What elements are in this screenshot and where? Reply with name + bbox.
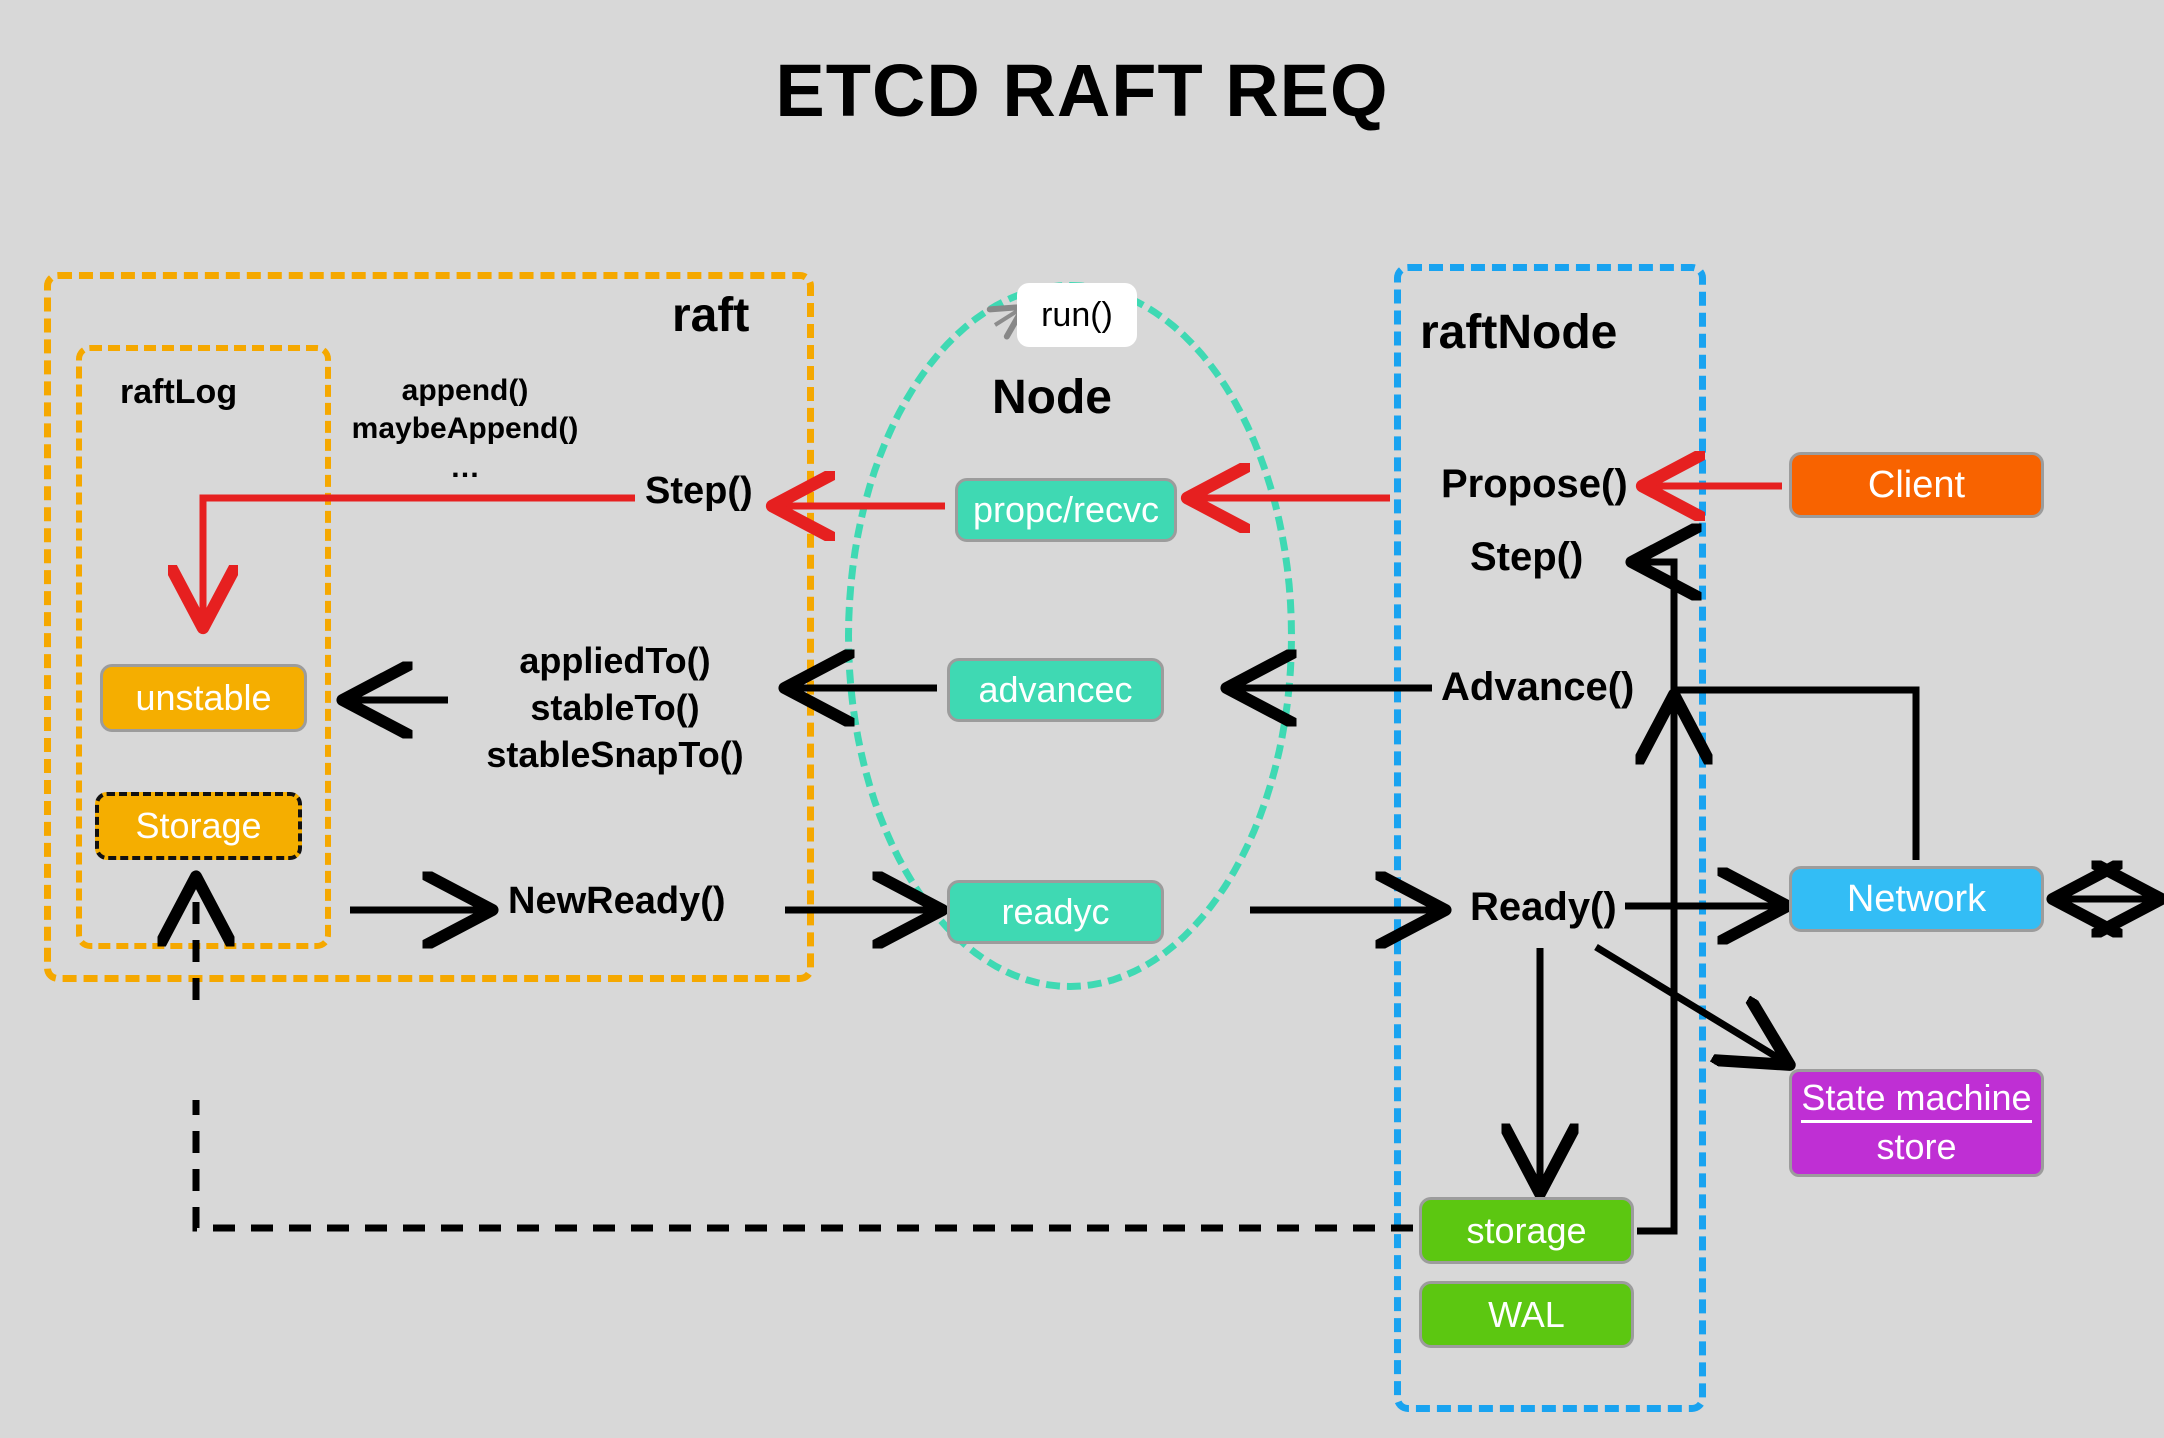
advancec-box[interactable]: advancec [947, 658, 1164, 722]
raftnode-group-label: raftNode [1420, 306, 1618, 359]
propose-label: Propose() [1441, 462, 1628, 506]
network-box[interactable]: Network [1789, 866, 2044, 932]
state-machine-store-box[interactable]: State machine store [1789, 1069, 2044, 1177]
node-group-label: Node [992, 371, 1112, 424]
ready-label: Ready() [1470, 885, 1617, 929]
newready-label: NewReady() [508, 880, 726, 922]
raft-storage-box[interactable]: Storage [95, 792, 302, 860]
raft-group-label: raft [672, 289, 750, 342]
raftnode-storage-box[interactable]: storage [1419, 1197, 1634, 1264]
run-method-pill[interactable]: run() [1017, 283, 1137, 347]
diagram-canvas: ETCD RAFT REQ raft raftNode raftLog Node… [0, 0, 2164, 1438]
applied-methods-label: appliedTo() stableTo() stableSnapTo() [486, 640, 744, 775]
wal-box[interactable]: WAL [1419, 1281, 1634, 1348]
state-machine-title: State machine [1801, 1077, 2032, 1123]
append-methods-label: append() maybeAppend() … [351, 374, 579, 484]
raftnode-step-label: Step() [1470, 535, 1584, 579]
dashed-feedback-line [192, 1100, 1413, 1232]
raftlog-group-label: raftLog [120, 373, 238, 411]
raft-step-label: Step() [645, 470, 753, 512]
propc-recvc-box[interactable]: propc/recvc [955, 478, 1177, 542]
client-box[interactable]: Client [1789, 452, 2044, 518]
page-title: ETCD RAFT REQ [775, 49, 1389, 132]
readyc-box[interactable]: readyc [947, 880, 1164, 944]
advance-label: Advance() [1441, 665, 1635, 709]
state-machine-store-label: store [1876, 1125, 1957, 1167]
unstable-box[interactable]: unstable [100, 664, 307, 732]
